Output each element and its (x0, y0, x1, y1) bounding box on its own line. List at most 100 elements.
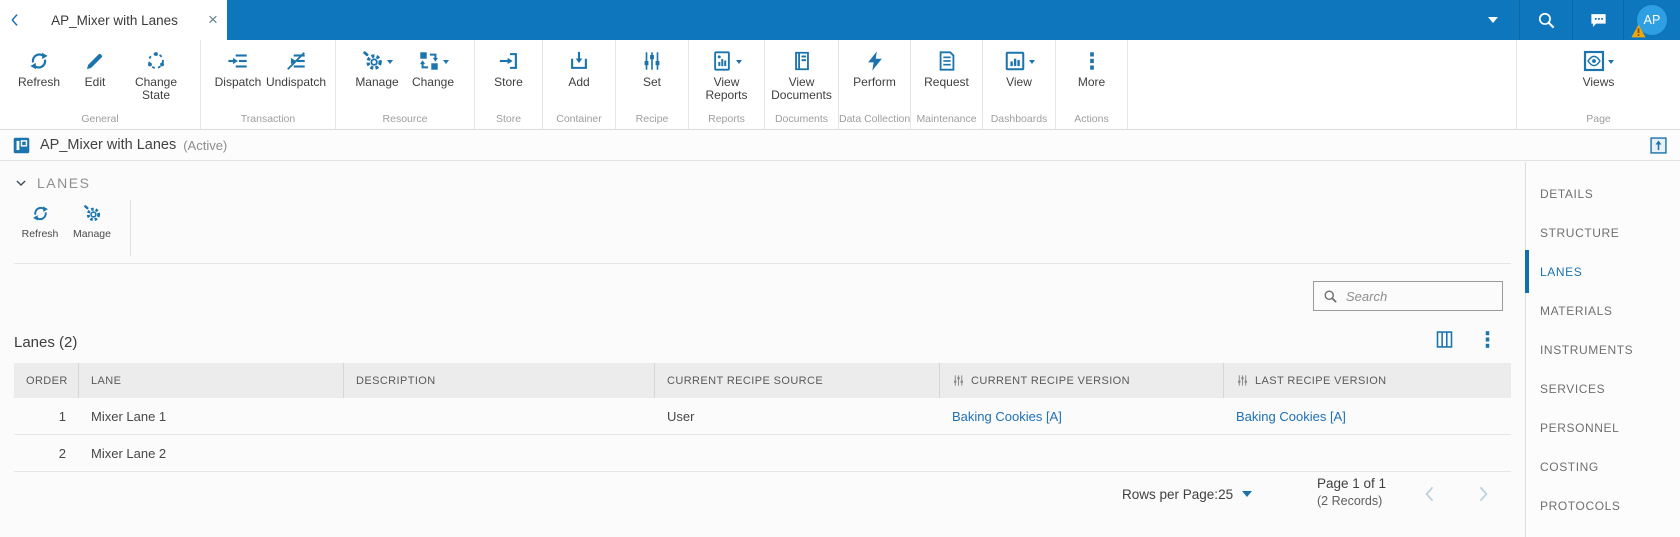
view-dashboards-button[interactable]: View (991, 49, 1047, 89)
sidebar-item-structure[interactable]: STRUCTURE (1526, 213, 1680, 252)
caret-down-icon (1242, 491, 1253, 502)
column-header-lane[interactable]: LANE (79, 363, 344, 398)
column-header-order[interactable]: ORDER (14, 363, 79, 398)
next-page-button[interactable] (1473, 484, 1493, 504)
refresh-icon (31, 204, 50, 223)
button-label: Manage (355, 75, 399, 89)
sliders-icon (1236, 374, 1249, 387)
column-header-current-recipe-version[interactable]: CURRENT RECIPE VERSION (940, 363, 1224, 398)
change-button[interactable]: Change (405, 49, 461, 89)
tab-close-button[interactable]: × (199, 0, 227, 40)
caret-down-icon (1488, 17, 1498, 28)
page-title: AP_Mixer with Lanes (40, 137, 177, 153)
chevron-down-icon (14, 176, 28, 190)
sidebar-item-instruments[interactable]: INSTRUMENTS (1526, 330, 1680, 369)
button-label: Perform (853, 75, 896, 89)
set-button[interactable]: Set (624, 49, 680, 89)
entity-title-bar: AP_Mixer with Lanes (Active) (0, 130, 1680, 161)
edit-button[interactable]: Edit (67, 49, 123, 102)
sidebar-item-protocols[interactable]: PROTOCOLS (1526, 486, 1680, 525)
undispatch-button[interactable]: Undispatch (266, 49, 326, 89)
lanes-section-header[interactable]: LANES (14, 175, 90, 191)
search-input[interactable] (1346, 288, 1486, 304)
ribbon-group-actions: More Actions (1056, 40, 1128, 129)
cell-current-recipe-source: User (667, 408, 695, 424)
column-chooser-icon[interactable] (1434, 329, 1455, 350)
sidebar-item-details[interactable]: DETAILS (1526, 174, 1680, 213)
sidebar-item-lanes[interactable]: LANES (1525, 250, 1680, 293)
change-state-button[interactable]: Change State (123, 49, 189, 102)
column-header-last-recipe-version[interactable]: LAST RECIPE VERSION (1224, 363, 1511, 398)
messages-button[interactable] (1573, 0, 1623, 40)
page-count-text: Page 1 of 1 (1317, 476, 1387, 491)
button-label: View (1006, 75, 1032, 89)
section-divider (14, 263, 1511, 264)
caret-down-icon (386, 59, 393, 67)
back-button[interactable] (0, 0, 30, 40)
more-button[interactable]: More (1064, 49, 1120, 89)
dispatch-button[interactable]: Dispatch (210, 49, 266, 89)
user-menu-button[interactable]: AP (1624, 0, 1680, 40)
refresh-button[interactable]: Refresh (11, 49, 67, 102)
sidebar-item-services[interactable]: SERVICES (1526, 369, 1680, 408)
group-label: Reports (708, 113, 745, 125)
cell-lane: Mixer Lane 1 (91, 408, 167, 424)
lanes-refresh-button[interactable]: Refresh (14, 200, 66, 256)
views-button[interactable]: Views (1571, 49, 1627, 89)
sidebar-item-label: PERSONNEL (1540, 420, 1620, 435)
cell-order: 1 (58, 408, 66, 424)
button-label: Store (494, 75, 523, 89)
rows-per-page-label: Rows per Page: (1122, 486, 1219, 502)
button-label: Change State (134, 75, 178, 102)
request-button[interactable]: Request (919, 49, 975, 89)
tab-title[interactable]: AP_Mixer with Lanes (30, 13, 199, 28)
button-label: Set (642, 75, 661, 89)
button-label: Change (411, 75, 455, 89)
cell-current-recipe-version: Baking Cookies [A] (940, 398, 1224, 434)
rows-per-page-value: 25 (1218, 486, 1234, 502)
store-icon (498, 50, 520, 72)
table-row[interactable]: 1 Mixer Lane 1 User Baking Cookies [A] B… (14, 398, 1511, 435)
global-search-button[interactable] (1520, 0, 1572, 40)
recipe-link[interactable]: Baking Cookies [A] (952, 409, 1062, 424)
cell-order: 2 (58, 445, 66, 461)
sidebar-item-label: PROTOCOLS (1540, 498, 1621, 513)
ribbon-group-documents: View Documents Documents (765, 40, 839, 129)
sidebar-item-personnel[interactable]: PERSONNEL (1526, 408, 1680, 447)
previous-page-button[interactable] (1420, 484, 1440, 504)
pagination-nav (1420, 484, 1493, 504)
section-nav-sidebar: DETAILS STRUCTURE LANES MATERIALS INSTRU… (1525, 162, 1680, 537)
table-tools (1434, 329, 1498, 350)
button-label: Refresh (21, 228, 59, 240)
manage-button[interactable]: Manage (349, 49, 405, 89)
more-dots-icon (1081, 50, 1103, 72)
lanes-manage-button[interactable]: Manage (66, 200, 118, 256)
column-label: LANE (91, 374, 122, 387)
add-button[interactable]: Add (551, 49, 607, 89)
view-reports-button[interactable]: View Reports (694, 49, 760, 102)
lanes-table: ORDER LANE DESCRIPTION CURRENT RECIPE SO… (14, 363, 1511, 472)
view-documents-button[interactable]: View Documents (769, 49, 835, 102)
column-header-current-recipe-source[interactable]: CURRENT RECIPE SOURCE (655, 363, 940, 398)
sliders-icon (641, 50, 663, 72)
button-label: Undispatch (265, 75, 327, 89)
sidebar-item-label: MATERIALS (1540, 303, 1613, 318)
recipe-link[interactable]: Baking Cookies [A] (1236, 409, 1346, 424)
column-header-description[interactable]: DESCRIPTION (344, 363, 655, 398)
button-label: Edit (84, 75, 106, 89)
rows-per-page-control[interactable]: Rows per Page: 25 (1122, 486, 1253, 502)
ribbon-group-data-collection: Perform Data Collection (839, 40, 911, 129)
book-icon (791, 50, 813, 72)
sidebar-item-costing[interactable]: COSTING (1526, 447, 1680, 486)
sidebar-item-label: COSTING (1540, 459, 1599, 474)
ribbon-group-transaction: Dispatch Undispatch Transaction (201, 40, 336, 129)
topbar-dropdown-button[interactable] (1467, 0, 1519, 40)
store-button[interactable]: Store (481, 49, 537, 89)
group-label: Actions (1074, 113, 1109, 125)
more-options-icon[interactable] (1477, 329, 1498, 350)
collapse-panel-button[interactable] (1650, 137, 1667, 154)
sidebar-item-materials[interactable]: MATERIALS (1526, 291, 1680, 330)
perform-button[interactable]: Perform (847, 49, 903, 89)
table-row[interactable]: 2 Mixer Lane 2 (14, 435, 1511, 472)
sidebar-item-label: SERVICES (1540, 381, 1606, 396)
